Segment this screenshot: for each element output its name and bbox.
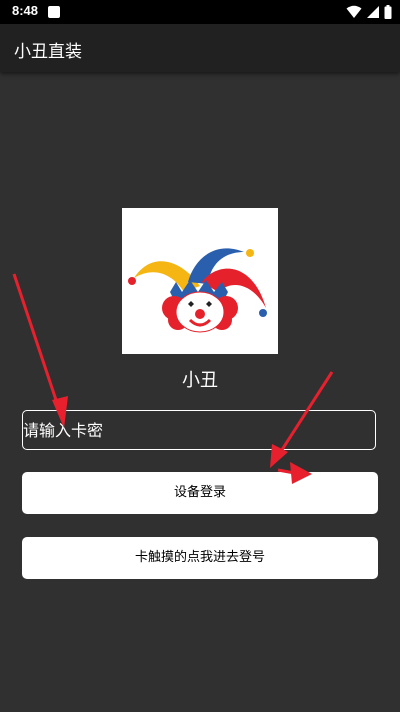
app-title: 小丑直装 xyxy=(14,42,82,62)
wifi-icon xyxy=(346,5,362,18)
device-login-button[interactable]: 设备登录 xyxy=(22,472,378,514)
status-time: 8:48 xyxy=(12,3,39,18)
app-name: 小丑 xyxy=(182,370,218,391)
annotation-arrows xyxy=(12,273,334,484)
battery-icon xyxy=(384,5,392,19)
app-logo xyxy=(122,208,278,354)
touch-stuck-login-button[interactable]: 卡触摸的点我进去登号 xyxy=(22,537,378,579)
jester-clown-icon xyxy=(128,248,267,333)
annotation-arrow-to-input xyxy=(12,273,68,428)
signal-icon xyxy=(367,6,379,18)
card-key-input[interactable] xyxy=(22,410,376,450)
notification-icon xyxy=(48,6,60,18)
app-bar: 小丑直装 xyxy=(0,24,400,72)
status-bar: 8:48 xyxy=(0,0,400,24)
status-icons xyxy=(346,5,392,19)
